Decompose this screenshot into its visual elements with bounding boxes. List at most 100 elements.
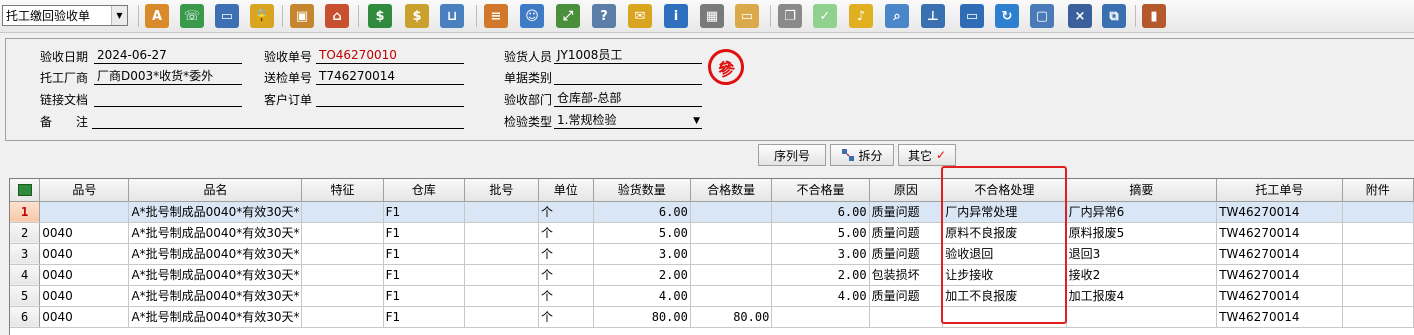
cell-batch[interactable] [464,222,540,244]
cell-unit[interactable]: 个 [538,201,594,223]
cell-feature[interactable] [301,201,384,223]
cell-reason[interactable]: 质量问题 [869,243,944,265]
close-window-icon[interactable]: × [1068,4,1092,28]
help-document-icon[interactable]: ? [592,4,616,28]
cell-order[interactable]: TW46270014 [1216,243,1343,265]
table-row[interactable]: 4 0040 A*批号制成品0040*有效30天* F1 个 2.00 2.00 包装损坏 让步… [10,264,1414,286]
chevron-down-icon[interactable]: ▼ [111,6,127,25]
folder-icon[interactable]: ▭ [735,4,759,28]
cell-name[interactable]: A*批号制成品0040*有效30天* [128,306,303,328]
cell-batch[interactable] [464,201,540,223]
dept-field[interactable]: 仓库部-总部 [554,90,702,107]
other-button[interactable]: 其它 ✓ [898,144,956,166]
cell-handling[interactable]: 原料不良报废 [942,222,1067,244]
inspect-no-field[interactable]: TO46270010 [316,47,464,64]
cell-order[interactable]: TW46270014 [1216,222,1343,244]
cell-pass[interactable] [690,243,773,265]
cell-order[interactable]: TW46270014 [1216,285,1343,307]
cell-unit[interactable]: 个 [538,306,594,328]
cell-item[interactable]: 0040 [39,243,130,265]
cell-attach[interactable] [1342,201,1414,223]
column-header[interactable]: 不合格量 [771,179,870,202]
customer-order-field[interactable] [316,90,464,107]
cell-warehouse[interactable]: F1 [383,285,465,307]
cell-batch[interactable] [464,243,540,265]
cell-pass[interactable] [690,264,773,286]
column-header[interactable]: 单位 [538,179,594,202]
briefcase-icon[interactable]: ▣ [290,4,314,28]
cell-reason[interactable]: 质量问题 [869,285,944,307]
doc-category-field[interactable] [554,68,702,85]
cell-qty[interactable]: 4.00 [593,285,691,307]
exit-door-icon[interactable]: ▮ [1142,4,1166,28]
table-row[interactable]: 2 0040 A*批号制成品0040*有效30天* F1 个 5.00 5.00 质量问题 原料… [10,222,1414,244]
cell-unit[interactable]: 个 [538,264,594,286]
cell-fail[interactable]: 2.00 [771,264,870,286]
home-icon[interactable]: ⌂ [325,4,349,28]
cell-batch[interactable] [464,264,540,286]
cell-fail[interactable]: 6.00 [771,201,870,223]
info-icon[interactable]: i [664,4,688,28]
cell-warehouse[interactable]: F1 [383,243,465,265]
cell-fail[interactable] [771,306,870,328]
cell-fail[interactable]: 3.00 [771,243,870,265]
cell-attach[interactable] [1342,222,1414,244]
cell-pass[interactable]: 80.00 [690,306,773,328]
cell-summary[interactable]: 原料报废5 [1066,222,1218,244]
vendor-field[interactable]: 厂商D003*收货*委外 [94,68,242,85]
cell-name[interactable]: A*批号制成品0040*有效30天* [128,285,303,307]
column-header[interactable]: 合格数量 [690,179,773,202]
row-number[interactable]: 4 [10,264,41,286]
cell-feature[interactable] [301,306,384,328]
mail-icon[interactable]: ✉ [628,4,652,28]
money-bag-icon[interactable]: $ [405,4,429,28]
cell-fail[interactable]: 4.00 [771,285,870,307]
cell-pass[interactable] [690,201,773,223]
cell-qty[interactable]: 3.00 [593,243,691,265]
cell-feature[interactable] [301,285,384,307]
cell-name[interactable]: A*批号制成品0040*有效30天* [128,243,303,265]
chevron-down-icon[interactable]: ▼ [693,113,700,128]
cell-warehouse[interactable]: F1 [383,264,465,286]
column-header[interactable]: 附件 [1342,179,1414,202]
cell-item[interactable]: 0040 [39,222,130,244]
cell-feature[interactable] [301,264,384,286]
cell-feature[interactable] [301,222,384,244]
cell-name[interactable]: A*批号制成品0040*有效30天* [128,201,303,223]
column-header[interactable]: 品名 [128,179,303,202]
table-row[interactable]: 1 A*批号制成品0040*有效30天* F1 个 6.00 6.00 质量问题 厂内异常处理… [10,201,1414,223]
cell-warehouse[interactable]: F1 [383,201,465,223]
dollar-icon[interactable]: $ [368,4,392,28]
cell-handling[interactable]: 验收退回 [942,243,1067,265]
cell-reason[interactable]: 质量问题 [869,201,944,223]
expand-arrows-icon[interactable]: ⤢ [556,4,580,28]
clipboard-icon[interactable]: ≡ [484,4,508,28]
cell-reason[interactable] [869,306,944,328]
cell-summary[interactable]: 接收2 [1066,264,1218,286]
cell-summary[interactable]: 加工报废4 [1066,285,1218,307]
cell-item[interactable]: 0040 [39,264,130,286]
cell-qty[interactable]: 6.00 [593,201,691,223]
grid-corner[interactable] [10,179,41,202]
cell-order[interactable]: TW46270014 [1216,306,1343,328]
cell-feature[interactable] [301,243,384,265]
column-header[interactable]: 特征 [301,179,384,202]
cell-attach[interactable] [1342,264,1414,286]
check-circle-icon[interactable]: ✓ [813,4,837,28]
cell-batch[interactable] [464,285,540,307]
cell-item[interactable]: 0040 [39,306,130,328]
search-icon[interactable]: ⌕ [885,4,909,28]
cell-unit[interactable]: 个 [538,222,594,244]
cell-pass[interactable] [690,222,773,244]
link-doc-field[interactable] [94,90,242,107]
cell-batch[interactable] [464,306,540,328]
cell-handling[interactable]: 厂内异常处理 [942,201,1067,223]
cell-summary[interactable] [1066,306,1218,328]
cell-item[interactable]: 0040 [39,285,130,307]
cell-order[interactable]: TW46270014 [1216,201,1343,223]
cell-unit[interactable]: 个 [538,285,594,307]
cell-handling[interactable]: 加工不良报废 [942,285,1067,307]
restore-window-icon[interactable]: ⧉ [1102,4,1126,28]
cell-attach[interactable] [1342,285,1414,307]
cell-handling[interactable] [942,306,1067,328]
